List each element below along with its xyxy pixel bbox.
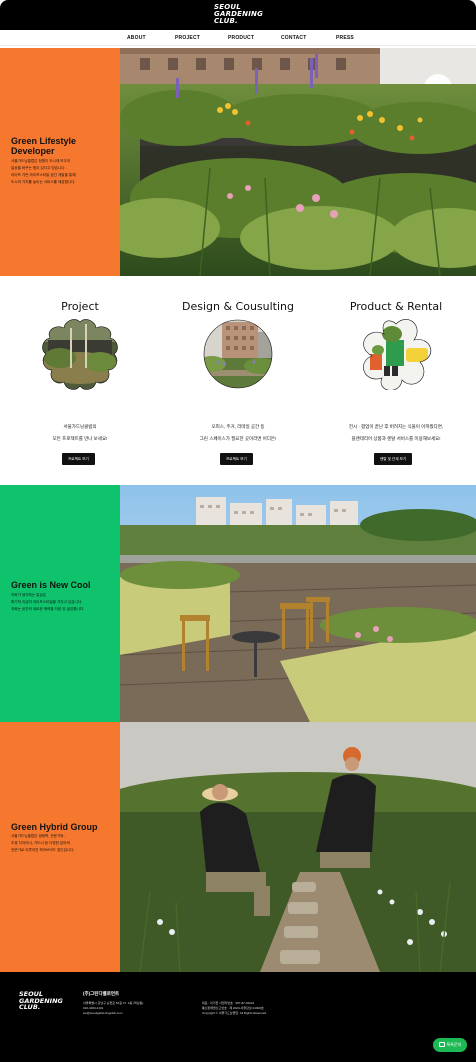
cool-desc-line: 저희가 생각하는 일상은 (11, 593, 47, 597)
card-title: Product & Rental (349, 300, 443, 313)
main-nav: ABOUT PROJECT PRODUCT CONTACT PRESS (0, 30, 476, 46)
hybrid-desc-line: 서울가드닝클럽은 생태학, 전문가와, (11, 834, 65, 838)
card-description: 서울가드닝클럽의 모든 프로젝트를 만나 보세요! (10, 421, 150, 445)
cool-desc-line: 획기적 지금의 라이프스타일을 가지고 있습니다. (11, 600, 83, 604)
cool-title: Green is New Cool (11, 580, 91, 590)
card-design-consulting: Design & Cousulting 오피스, 주거, 리테일 공간 등 그린… (168, 290, 308, 475)
view-rental-button[interactable]: 렌탈 및 관계 보기 (374, 453, 413, 465)
card-project: Project 서울가드닝클럽의 모든 프로젝트를 만나 보세요! 프로젝트 보… (10, 290, 150, 475)
project-flower-image (42, 319, 118, 390)
service-cards: Project 서울가드닝클럽의 모든 프로젝트를 만나 보세요! 프로젝트 보… (0, 290, 476, 475)
card-desc-line: 서울가드닝클럽의 (63, 424, 97, 429)
cool-desc-line: 저희는 공간의 새로운 매력을 더한 뒤 공유합니다. (11, 607, 85, 611)
footer-contact-info: 서울특별시 강남구 논현로 54길 37, 2층 (역삼동) 010-4360-… (83, 1001, 143, 1016)
hybrid-desc-line: 전문가로 이루어진 하이브리드 집단입니다. (11, 848, 75, 852)
card-description: 전시 · 팝업이 끝난 후 버려지는 식물이 아까웠다면, 플랜테리어 상품과 … (326, 421, 466, 445)
hero-desc-line: 일상을 바꾸는 힘이 있다고 믿습니다. (11, 166, 66, 170)
nav-product[interactable]: PRODUCT (228, 35, 254, 41)
view-projects-button[interactable]: 프로젝트 보기 (62, 453, 95, 465)
site-header: SEOUL GARDENING CLUB. (0, 0, 476, 30)
nav-press[interactable]: PRESS (336, 35, 354, 41)
card-desc-line: 오피스, 주거, 리테일 공간 등 (211, 424, 265, 429)
hybrid-title: Green Hybrid Group (11, 822, 98, 832)
card-desc-line: 플랜테리어 상품과 렌탈 서비스를 이용해보세요! (351, 436, 441, 441)
footer-logo[interactable]: SEOUL GARDENING CLUB. (19, 991, 63, 1011)
hybrid-description: 서울가드닝클럽은 생태학, 전문가와, 조경 디자이너, 가드너 등 다양한 분… (11, 833, 75, 854)
product-flower-image (363, 319, 432, 390)
hero-desc-line: 서울가드닝클럽은 정원이 도시에 보두의 (11, 159, 71, 163)
hero-garden-photo (120, 48, 476, 276)
site-logo[interactable]: SEOUL GARDENING CLUB. (214, 4, 263, 25)
card-title: Design & Cousulting (181, 300, 294, 313)
logo-line: CLUB. (214, 17, 238, 25)
card-title: Project (61, 300, 99, 313)
nav-contact[interactable]: CONTACT (281, 35, 306, 41)
hero-title: Green Lifestyle Developer (11, 136, 76, 156)
hero-desc-line: 라이프 가든 라이프스타일 공간 개발을 통해, (11, 173, 77, 177)
view-design-button[interactable]: 프로젝트 보기 (220, 453, 253, 465)
hero-title-line: Green Lifestyle (11, 136, 77, 146)
card-desc-line: 전시 · 팝업이 끝난 후 버려지는 식물이 아까웠다면, (348, 424, 444, 429)
nav-about[interactable]: ABOUT (127, 35, 146, 41)
gardeners-photo (120, 722, 476, 972)
card-desc-line: 모든 프로젝트를 만나 보세요! (52, 436, 108, 441)
card-product-rental: Product & Rental 전시 · 팝업이 끝난 후 버려지는 식물이 … (326, 290, 466, 475)
talk-inquiry-button[interactable]: 톡톡문의 (433, 1038, 467, 1052)
footer-business-info: 대표 : 이기현 사업자번호 : 397-87-02224 통신판매업신고번호 … (202, 1001, 267, 1016)
hero-description: 서울가드닝클럽은 정원이 도시에 보두의 일상을 바꾸는 힘이 있다고 믿습니다… (11, 158, 77, 186)
hero-title-line: Developer (11, 146, 55, 156)
hero-desc-line: 도시의 가치를 높이는 서비스를 제공합니다. (11, 180, 76, 184)
page: SEOUL GARDENING CLUB. ABOUT PROJECT PROD… (0, 0, 476, 1062)
site-footer: SEOUL GARDENING CLUB. (주)그린디벨로먼트 서울특별시 강… (0, 972, 476, 1062)
nav-project[interactable]: PROJECT (175, 35, 200, 41)
rooftop-garden-photo (120, 485, 476, 722)
cool-description: 저희가 생각하는 일상은 획기적 지금의 라이프스타일을 가지고 있습니다. 저… (11, 592, 84, 613)
card-description: 오피스, 주거, 리테일 공간 등 그린 스페이스가 필요한 곳이라면 어디든! (168, 421, 308, 445)
footer-copyright: Copyright © 서울가드닝클럽. All Rights Reserved… (202, 1011, 267, 1015)
card-desc-line: 그린 스페이스가 필요한 곳이라면 어디든! (199, 436, 277, 441)
footer-company-name: (주)그린디벨로먼트 (83, 991, 120, 996)
hybrid-desc-line: 조경 디자이너, 가드너 등 다양한 분야의 (11, 841, 70, 845)
footer-email[interactable]: we@seoulgardeningclub.com (83, 1011, 143, 1016)
design-circle-image (203, 319, 273, 389)
footer-logo-line: CLUB. (19, 1003, 41, 1011)
